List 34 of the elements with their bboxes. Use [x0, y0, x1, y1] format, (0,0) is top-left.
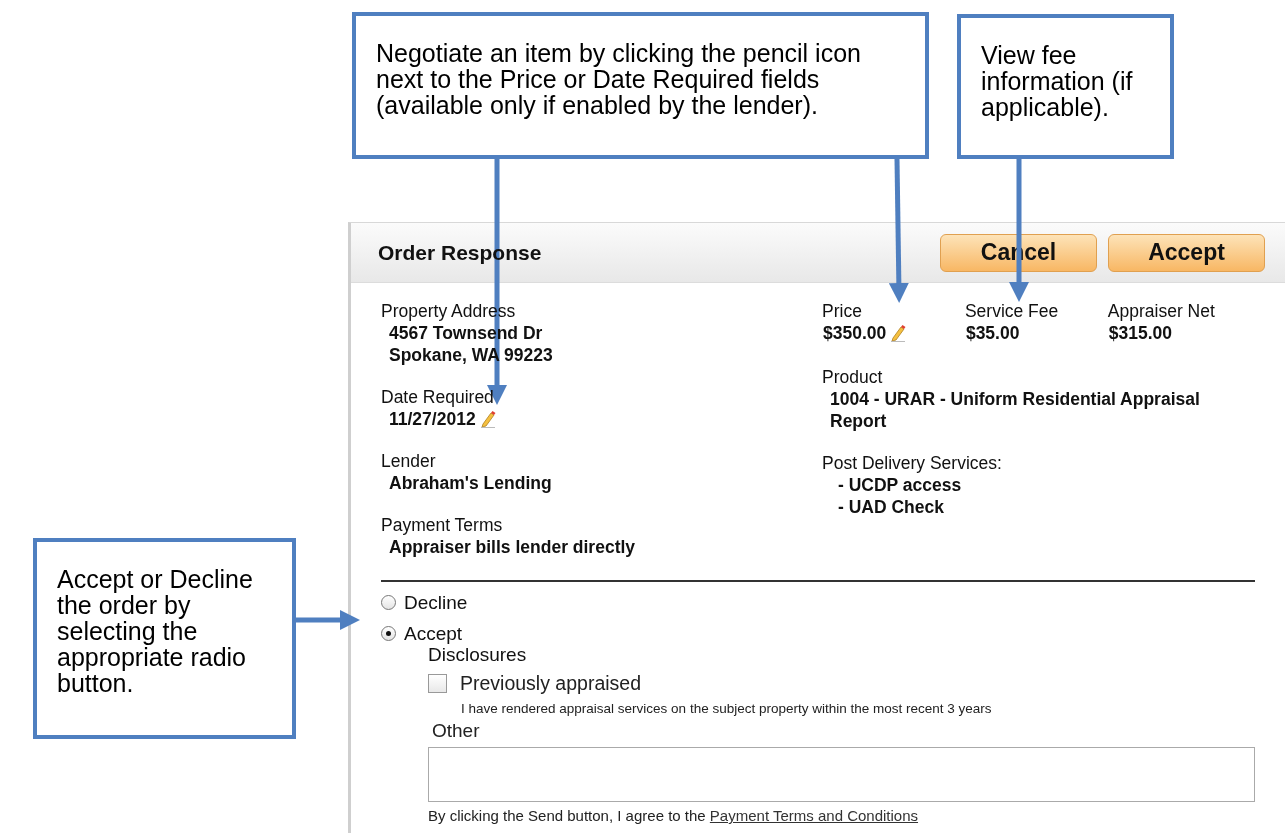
other-text-field[interactable] [428, 747, 1255, 802]
field-label: Date Required [381, 386, 494, 408]
field-value: 11/27/2012 [389, 408, 476, 430]
field-label: Lender [381, 450, 436, 472]
field-value: $35.00 [965, 322, 1020, 344]
callout-text: Negotiate an item by clicking the pencil icon next to the Price or Date Required fields (available only if enabled by the lender). [352, 12, 929, 159]
terms-link[interactable]: Payment Terms and Conditions [709, 807, 919, 824]
pencil-icon[interactable] [479, 410, 496, 428]
field-label: Product [822, 366, 883, 388]
field-label: Other [431, 720, 481, 742]
field-value: Appraiser bills lender directly [389, 536, 636, 558]
radio-option[interactable]: Decline [381, 587, 1255, 618]
pencil-icon[interactable] [890, 324, 907, 342]
checkbox[interactable] [428, 673, 447, 693]
checkbox-note: I have rendered appraisal services on the subject property within the most recent 3 years [460, 701, 993, 717]
radio-button[interactable] [381, 595, 396, 610]
field-value: 1004 - URAR - Uniform Residential Appraisal Report [830, 388, 1201, 432]
field-value: $315.00 [1108, 322, 1173, 344]
service-item: - UCDP access [838, 474, 962, 496]
field-label: Price [822, 300, 862, 322]
field-label: Appraiser Net [1107, 300, 1215, 322]
service-item: - UAD Check [838, 496, 944, 518]
callout-arrow [296, 610, 360, 630]
callout-text: View fee information (if applicable). [957, 14, 1174, 159]
field-value: $350.00 [823, 322, 887, 344]
callout-text: Accept or Decline the order by selecting the appropriate radio button. [33, 538, 296, 739]
field-value: Abraham's Lending [389, 472, 552, 494]
agreement-text: By clicking the Send button, I agree to the Payment Terms and Conditions [428, 807, 920, 824]
accept-button[interactable]: Accept [1108, 233, 1265, 272]
field-label: Post Delivery Services: [822, 452, 1002, 474]
checkbox-label[interactable]: Previously appraised [460, 671, 641, 695]
field-label: Payment Terms [381, 514, 503, 536]
radio-button[interactable] [381, 626, 396, 641]
field-label: Service Fee [964, 300, 1059, 322]
